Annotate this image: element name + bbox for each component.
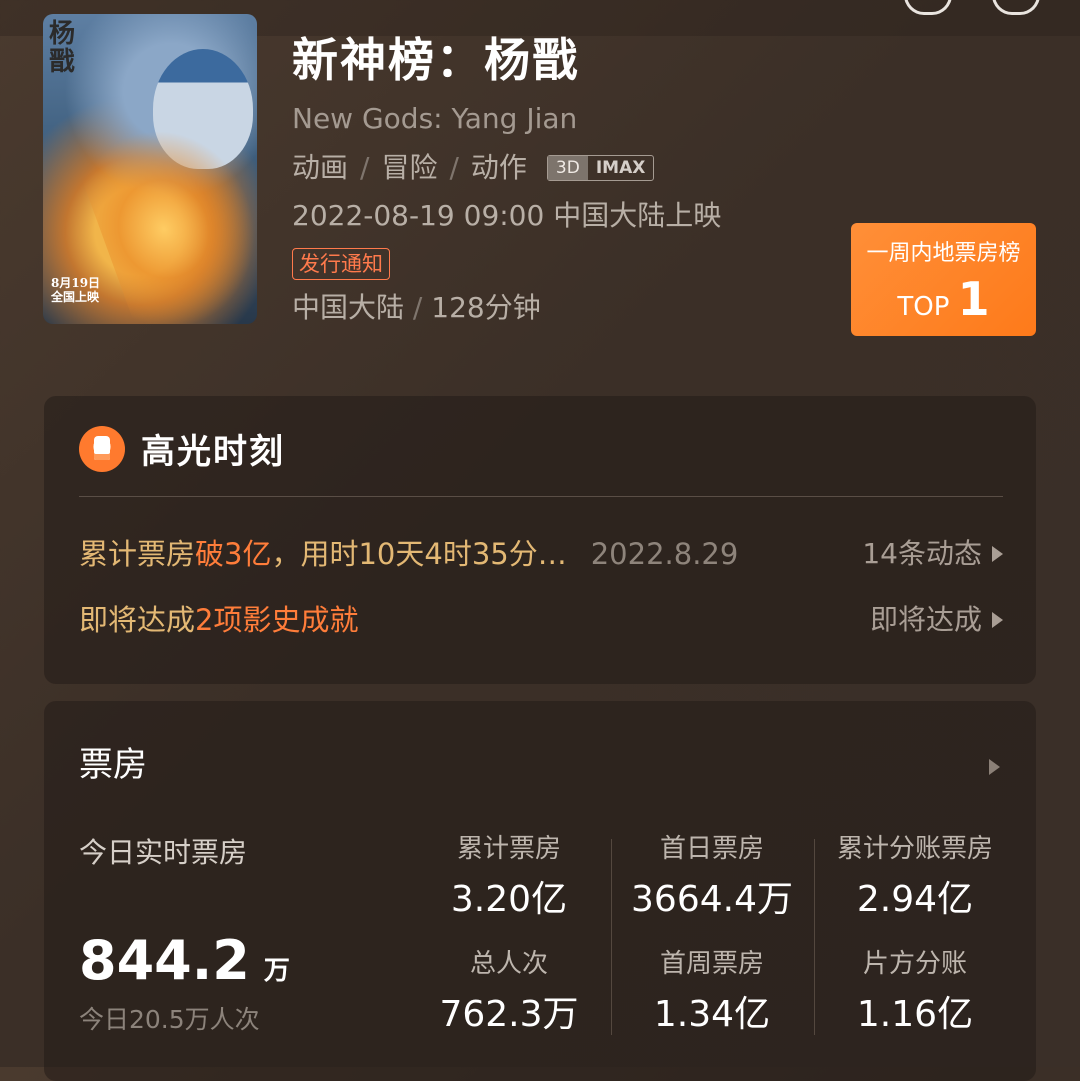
movie-poster[interactable]: 杨戬 8月19日 全国上映 [43, 14, 257, 324]
highlight-row-boxoffice[interactable]: 累计票房 破3亿 ，用时10天4时35分… 2022.8.29 14条动态 [79, 534, 1003, 574]
highlight-emphasis: 破3亿 [195, 537, 272, 571]
box-office-more-button[interactable] [989, 759, 1000, 775]
format-imax: IMAX [595, 158, 646, 178]
today-unit: 万 [263, 956, 290, 986]
separator: / [360, 151, 370, 184]
upcoming-link[interactable]: 即将达成 [870, 600, 1003, 640]
genre-item: 动画 [292, 151, 349, 184]
stat-first-day: 首日票房 3664.4万 [631, 834, 793, 920]
highlights-card: 高光时刻 累计票房 破3亿 ，用时10天4时35分… 2022.8.29 14条… [44, 396, 1036, 684]
highlights-title: 高光时刻 [141, 432, 285, 472]
movie-info: 新神榜：杨戬 New Gods: Yang Jian 动画 / 冒险 / 动作 … [292, 30, 832, 326]
divider [79, 496, 1003, 497]
stat-cumulative-share: 累计分账票房 2.94亿 [836, 834, 993, 920]
stat-cumulative: 累计票房 3.20亿 [450, 834, 568, 920]
separator: / [412, 291, 432, 324]
genre-item: 冒险 [381, 151, 438, 184]
poster-date: 8月19日 全国上映 [51, 276, 101, 304]
region-duration: 中国大陆 / 128分钟 [292, 290, 832, 326]
format-badge: 3D IMAX [546, 155, 655, 181]
genre-list: 动画 / 冒险 / 动作 3D IMAX [292, 150, 832, 186]
movie-english-title: New Gods: Yang Jian [292, 102, 578, 135]
stat-distributor-share: 片方分账 1.16亿 [856, 949, 974, 1035]
highlight-row-achievements[interactable]: 即将达成 2项影史成就 即将达成 [79, 600, 1003, 640]
today-value: 844.2 [79, 929, 250, 992]
highlights-header: 高光时刻 [79, 424, 285, 473]
highlight-suffix: ，用时10天4时35分… [271, 537, 567, 571]
rank-label: 一周内地票房榜 [866, 241, 1021, 266]
box-office-title: 票房 [79, 745, 147, 785]
today-label: 今日实时票房 [79, 836, 248, 869]
stat-first-week: 首周票房 1.34亿 [653, 949, 771, 1035]
stat-total-admissions: 总人次 762.3万 [439, 949, 579, 1035]
box-office-card: 票房 今日实时票房 844.2 万 今日20.5万人次 累计票房 3.20亿 首日… [44, 701, 1036, 1081]
region: 中国大陆 [292, 291, 405, 324]
poster-title: 杨戬 [49, 19, 76, 77]
updates-link[interactable]: 14条动态 [862, 534, 1003, 574]
format-3d: 3D [547, 156, 588, 180]
play-right-icon [992, 546, 1003, 562]
duration: 128分钟 [431, 291, 541, 324]
highlight-prefix: 累计票房 [79, 537, 196, 571]
more-icon[interactable] [992, 0, 1040, 15]
play-right-icon [989, 759, 1000, 775]
highlight-emphasis: 2项影史成就 [195, 603, 359, 637]
today-box-office: 844.2 万 [79, 931, 290, 1001]
play-right-icon [992, 612, 1003, 628]
share-icon[interactable] [904, 0, 952, 15]
lighthouse-icon [79, 425, 125, 472]
weekly-rank-badge[interactable]: 一周内地票房榜 TOP 1 [851, 223, 1036, 336]
rank-value: TOP 1 [897, 272, 990, 326]
today-admissions: 今日20.5万人次 [79, 1005, 260, 1034]
release-info: 2022-08-19 09:00 中国大陆上映 [292, 199, 722, 232]
release-notice-tag[interactable]: 发行通知 [292, 248, 390, 280]
separator: / [449, 151, 459, 184]
genre-item: 动作 [470, 151, 527, 184]
highlight-prefix: 即将达成 [79, 603, 196, 637]
highlight-date: 2022.8.29 [590, 537, 739, 571]
movie-title: 新神榜：杨戬 [292, 33, 580, 87]
